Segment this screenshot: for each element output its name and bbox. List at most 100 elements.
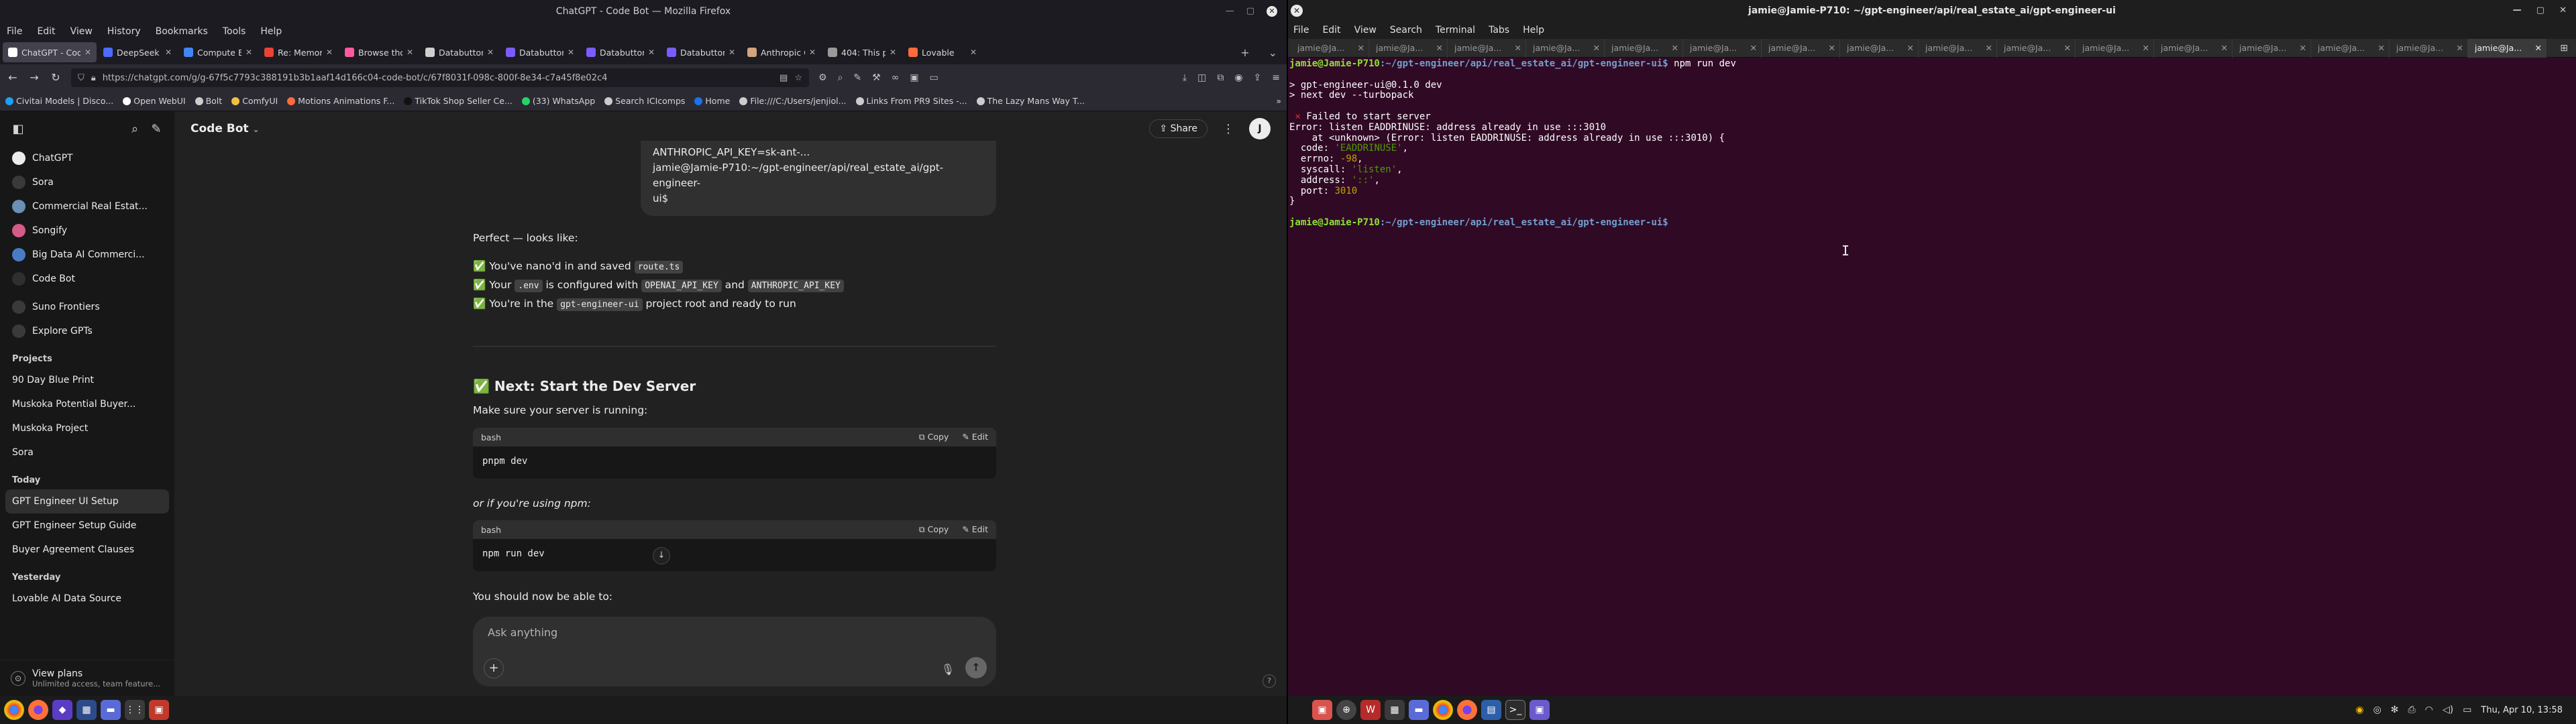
close-icon[interactable]: ✕ xyxy=(2559,5,2567,15)
url-text[interactable]: https://chatgpt.com/g/g-67f5c7793c388191… xyxy=(103,73,773,83)
tab-close-icon[interactable]: ✕ xyxy=(2064,43,2071,53)
menu-history[interactable]: History xyxy=(107,26,141,37)
volume-icon[interactable]: ◁) xyxy=(2443,705,2453,715)
reader-view-icon[interactable]: ▤ xyxy=(780,73,788,83)
more-options-icon[interactable]: ⋮ xyxy=(1222,122,1234,136)
browser-tab[interactable]: Compute Engine ✕ xyxy=(178,42,258,62)
menu-help[interactable]: Help xyxy=(1523,25,1544,36)
sidebar-chat-item[interactable]: Buyer Agreement Clauses xyxy=(0,538,174,562)
send-button[interactable]: ↑ xyxy=(965,657,987,678)
account-icon[interactable]: ◉ xyxy=(1234,72,1242,83)
browser-tab[interactable]: Databutton ✕ xyxy=(581,42,660,62)
extensions-icon[interactable]: ⧉ xyxy=(1217,72,1224,83)
bookmark-item[interactable]: (33) WhatsApp xyxy=(521,96,595,106)
share-icon[interactable]: ⇪ xyxy=(1254,72,1262,83)
back-icon[interactable]: ← xyxy=(7,72,19,84)
browser-tab[interactable]: Databutton | Pr ✕ xyxy=(500,42,580,62)
tab-close-icon[interactable]: ✕ xyxy=(2535,43,2542,53)
settings-tray-icon[interactable]: ✻ xyxy=(2391,705,2399,715)
new-tab-icon[interactable]: ⊞ xyxy=(2555,43,2573,54)
terminal-tab[interactable]: jamie@Ja... ✕ xyxy=(2311,38,2390,58)
tab-close-icon[interactable]: ✕ xyxy=(1907,43,1914,53)
tab-close-icon[interactable]: ✕ xyxy=(1750,43,1757,53)
sidebar-chat-item[interactable]: Lovable AI Data Source xyxy=(0,587,174,611)
browser-tab[interactable]: Databutton - The A ✕ xyxy=(420,42,499,62)
tab-close-icon[interactable]: ✕ xyxy=(165,48,172,57)
new-chat-icon[interactable]: ✎ xyxy=(149,122,164,136)
bookmark-item[interactable]: The Lazy Mans Way T... xyxy=(976,96,1085,106)
pocket-icon[interactable]: ◫ xyxy=(1197,72,1206,83)
menu-tabs[interactable]: Tabs xyxy=(1489,25,1509,36)
tab-close-icon[interactable]: ✕ xyxy=(970,48,977,57)
sidebar-project-item[interactable]: Muskoka Potential Buyer... xyxy=(0,392,174,416)
extension-icon[interactable]: ▣ xyxy=(910,72,918,83)
terminal-tab[interactable]: jamie@Ja... ✕ xyxy=(2390,38,2468,58)
sidebar-project-item[interactable]: 90 Day Blue Print xyxy=(0,368,174,392)
sidebar-gpt-item[interactable]: Explore GPTs xyxy=(0,319,174,343)
sidebar-gpt-item[interactable]: Suno Frontiers xyxy=(0,295,174,319)
bookmark-item[interactable]: ComfyUI xyxy=(231,96,278,106)
battery-icon[interactable]: ▭ xyxy=(2463,705,2471,715)
browser-tab[interactable]: Browse thousan ✕ xyxy=(339,42,419,62)
terminal-tab[interactable]: jamie@Ja... ✕ xyxy=(1997,38,2076,58)
terminal-tab[interactable]: jamie@Ja... ✕ xyxy=(1291,38,1369,58)
tab-close-icon[interactable]: ✕ xyxy=(2300,43,2306,53)
tab-close-icon[interactable]: ✕ xyxy=(2378,43,2385,53)
reload-icon[interactable]: ↻ xyxy=(50,72,62,84)
sidebar-chat-item[interactable]: GPT Engineer Setup Guide xyxy=(0,514,174,538)
files-icon[interactable]: ▬ xyxy=(101,700,121,720)
tab-close-icon[interactable]: ✕ xyxy=(2221,43,2228,53)
app-icon[interactable]: ◆ xyxy=(52,700,72,720)
bookmark-item[interactable]: Bolt xyxy=(195,96,222,106)
app-icon[interactable]: ⊕ xyxy=(1336,700,1356,720)
browser-tab[interactable]: Re: Memory pr ✕ xyxy=(259,42,338,62)
browser-tab[interactable]: Lovable ✕ xyxy=(903,42,982,62)
new-tab-icon[interactable]: + xyxy=(1240,46,1249,59)
tab-close-icon[interactable]: ✕ xyxy=(407,48,413,57)
model-selector[interactable]: Code Bot ⌄ xyxy=(191,122,260,135)
apps-icon[interactable]: ⋮⋮ xyxy=(125,700,145,720)
menu-search[interactable]: Search xyxy=(1390,25,1422,36)
tab-close-icon[interactable]: ✕ xyxy=(246,48,252,57)
terminal-tab[interactable]: jamie@Ja... ✕ xyxy=(1762,38,1840,58)
terminal-icon[interactable]: >_ xyxy=(1505,700,1525,720)
tab-close-icon[interactable]: ✕ xyxy=(487,48,494,57)
tab-close-icon[interactable]: ✕ xyxy=(2457,43,2463,53)
bookmark-item[interactable]: Links From PR9 Sites -... xyxy=(855,96,967,106)
sidebar-gpt-item[interactable]: Sora xyxy=(0,170,174,194)
sidebar-toggle-icon[interactable]: ◧ xyxy=(11,122,25,136)
download-icon[interactable]: ⤓ xyxy=(1183,72,1187,83)
tab-close-icon[interactable]: ✕ xyxy=(2143,43,2149,53)
terminal-tab[interactable]: jamie@Ja... ✕ xyxy=(1448,38,1526,58)
tab-close-icon[interactable]: ✕ xyxy=(1593,43,1600,53)
menu-tools[interactable]: Tools xyxy=(223,26,246,37)
tab-close-icon[interactable]: ✕ xyxy=(1829,43,1835,53)
url-bar[interactable]: ⛉ 🔒︎ https://chatgpt.com/g/g-67f5c7793c3… xyxy=(71,68,809,87)
tab-close-icon[interactable]: ✕ xyxy=(890,48,896,57)
menu-file[interactable]: File xyxy=(7,26,22,37)
menu-view[interactable]: View xyxy=(70,26,93,37)
avatar[interactable]: J xyxy=(1249,118,1271,139)
hamburger-menu-icon[interactable]: ≡ xyxy=(1272,72,1280,83)
bookmark-item[interactable]: Home xyxy=(694,96,730,106)
minimize-icon[interactable]: — xyxy=(1226,6,1234,17)
tab-close-icon[interactable]: ✕ xyxy=(85,48,91,57)
edit-button[interactable]: ✎ Edit xyxy=(962,524,988,535)
extension-icon[interactable]: ✎ xyxy=(853,72,861,83)
tab-close-icon[interactable]: ✕ xyxy=(1986,43,1992,53)
extension-icon[interactable]: ⌕ xyxy=(838,72,843,83)
forward-icon[interactable]: → xyxy=(28,72,40,84)
tab-close-icon[interactable]: ✕ xyxy=(729,48,735,57)
menu-terminal[interactable]: Terminal xyxy=(1436,25,1475,36)
terminal-tab[interactable]: jamie@Ja... ✕ xyxy=(2233,38,2311,58)
app-tray-icon[interactable]: ◎ xyxy=(2373,705,2381,715)
menu-help[interactable]: Help xyxy=(260,26,282,37)
bookmark-item[interactable]: Search ICIcomps xyxy=(604,96,685,106)
menu-view[interactable]: View xyxy=(1354,25,1377,36)
app-icon[interactable]: ▤ xyxy=(1481,700,1501,720)
terminal-tab[interactable]: jamie@Ja... ✕ xyxy=(2076,38,2154,58)
firefox-icon[interactable] xyxy=(1457,700,1477,720)
terminal-tab[interactable]: jamie@Ja... ✕ xyxy=(2154,38,2233,58)
terminal-tab[interactable]: jamie@Ja... ✕ xyxy=(1369,38,1448,58)
minimize-icon[interactable]: — xyxy=(2513,5,2522,15)
